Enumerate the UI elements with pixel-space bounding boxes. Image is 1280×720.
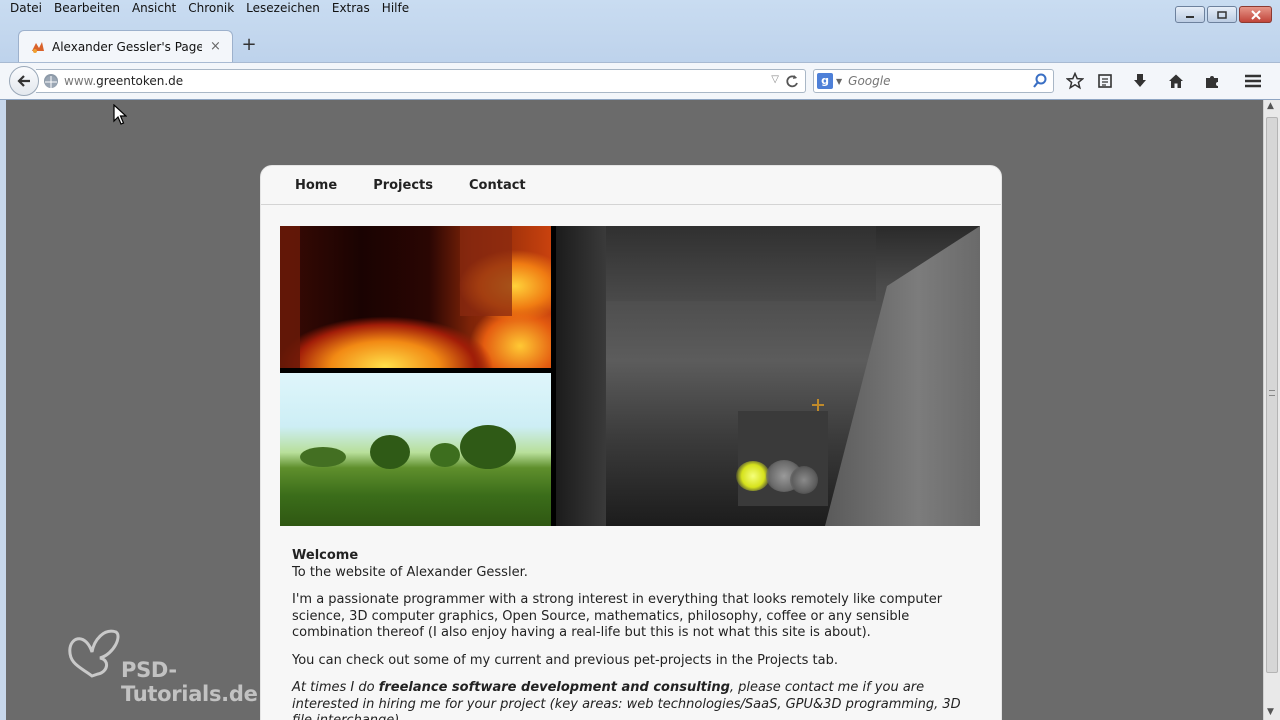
url-dropdown-icon[interactable]: ▽ [771, 74, 779, 85]
minimize-button[interactable] [1175, 6, 1205, 23]
tab-title: Alexander Gessler's Page [52, 39, 202, 54]
butterfly-logo-icon [68, 629, 120, 678]
menubar: Datei Bearbeiten Ansicht Chronik Lesezei… [0, 0, 1280, 18]
intro-paragraph: I'm a passionate programmer with a stron… [292, 592, 943, 640]
google-icon[interactable]: g [817, 73, 833, 89]
menu-datei[interactable]: Datei [10, 0, 42, 18]
dungeon-left-wall [556, 226, 606, 526]
close-window-button[interactable] [1239, 6, 1272, 23]
welcome-text-section: Welcome To the website of Alexander Gess… [292, 548, 982, 720]
restore-icon [1217, 10, 1227, 19]
favicon-icon [30, 39, 46, 55]
vertical-scrollbar[interactable]: ▲ ▼ [1263, 100, 1280, 720]
watermark-text: PSD-Tutorials.de [121, 658, 258, 706]
url-bar[interactable]: www.greentoken.de ▽ [36, 69, 806, 93]
search-bar[interactable]: g ▼ [813, 69, 1054, 93]
addons-puzzle-icon[interactable] [1202, 71, 1222, 91]
menu-hamburger-icon[interactable] [1243, 71, 1263, 91]
window-controls [1175, 6, 1272, 23]
psd-tutorials-watermark: PSD-Tutorials.de [64, 622, 304, 706]
lava-image-pillar [460, 226, 512, 316]
reload-icon[interactable] [785, 72, 799, 94]
new-tab-button[interactable]: + [239, 34, 259, 55]
url-domain: greentoken.de [96, 74, 184, 88]
browser-chrome: Datei Bearbeiten Ansicht Chronik Lesezei… [0, 0, 1280, 100]
scroll-up-arrow-icon[interactable]: ▲ [1267, 101, 1274, 111]
menu-chronik[interactable]: Chronik [188, 0, 234, 18]
landscape-render-image [280, 373, 551, 526]
menu-bearbeiten[interactable]: Bearbeiten [54, 0, 120, 18]
tree-shape [370, 435, 410, 469]
menu-ansicht[interactable]: Ansicht [132, 0, 176, 18]
search-icon[interactable] [1032, 73, 1048, 93]
url-text: www.greentoken.de [64, 74, 183, 88]
site-content-card: Home Projects Contact Welcome To the web… [260, 165, 1002, 720]
freelance-paragraph: At times I do freelance software develop… [292, 680, 982, 720]
hero-image-collage [280, 226, 980, 526]
minimize-icon [1186, 15, 1194, 18]
scroll-down-arrow-icon[interactable]: ▼ [1267, 707, 1274, 717]
lava-image-wall [280, 226, 300, 368]
site-nav-projects[interactable]: Projects [373, 178, 433, 193]
back-button[interactable] [9, 66, 39, 96]
restore-button[interactable] [1207, 6, 1237, 23]
tree-shape [430, 443, 460, 467]
navigation-toolbar: www.greentoken.de ▽ g ▼ [0, 62, 1280, 99]
bookmark-star-icon[interactable] [1065, 71, 1085, 91]
dungeon-ceiling [606, 226, 876, 301]
dungeon-render-image [556, 226, 980, 526]
freelance-highlight: freelance software development and consu… [378, 680, 730, 695]
freelance-text-start: At times I do [292, 680, 379, 695]
welcome-heading: Welcome [292, 548, 359, 563]
scrollbar-thumb[interactable] [1266, 117, 1278, 673]
dungeon-glow-effect [736, 461, 770, 491]
tree-shape [460, 425, 516, 469]
globe-icon [44, 74, 58, 88]
home-icon[interactable] [1166, 71, 1186, 91]
menu-hilfe[interactable]: Hilfe [382, 0, 409, 18]
crosshair-icon [812, 399, 824, 411]
close-icon [1250, 9, 1261, 20]
dungeon-smoke-effect [790, 466, 818, 494]
back-arrow-icon [17, 75, 30, 87]
tree-shape [300, 447, 346, 467]
downloads-icon[interactable] [1130, 71, 1150, 91]
menu-extras[interactable]: Extras [332, 0, 370, 18]
lava-render-image [280, 226, 551, 368]
menu-lesezeichen[interactable]: Lesezeichen [246, 0, 320, 18]
scrollbar-grip-icon [1269, 390, 1275, 396]
search-engine-dropdown-icon[interactable]: ▼ [836, 77, 842, 86]
url-prefix: www. [64, 74, 97, 88]
mouse-cursor-icon [113, 104, 127, 125]
site-nav-contact[interactable]: Contact [469, 178, 526, 193]
projects-paragraph: You can check out some of my current and… [292, 652, 838, 668]
bookmarks-list-icon[interactable] [1095, 71, 1115, 91]
site-navigation: Home Projects Contact [261, 166, 1001, 205]
window-border [0, 100, 6, 720]
welcome-subtitle: To the website of Alexander Gessler. [292, 564, 528, 580]
tab-close-icon[interactable]: × [210, 39, 221, 54]
site-nav-home[interactable]: Home [295, 178, 337, 193]
browser-tab[interactable]: Alexander Gessler's Page × [18, 30, 233, 62]
search-input[interactable] [848, 74, 1029, 88]
